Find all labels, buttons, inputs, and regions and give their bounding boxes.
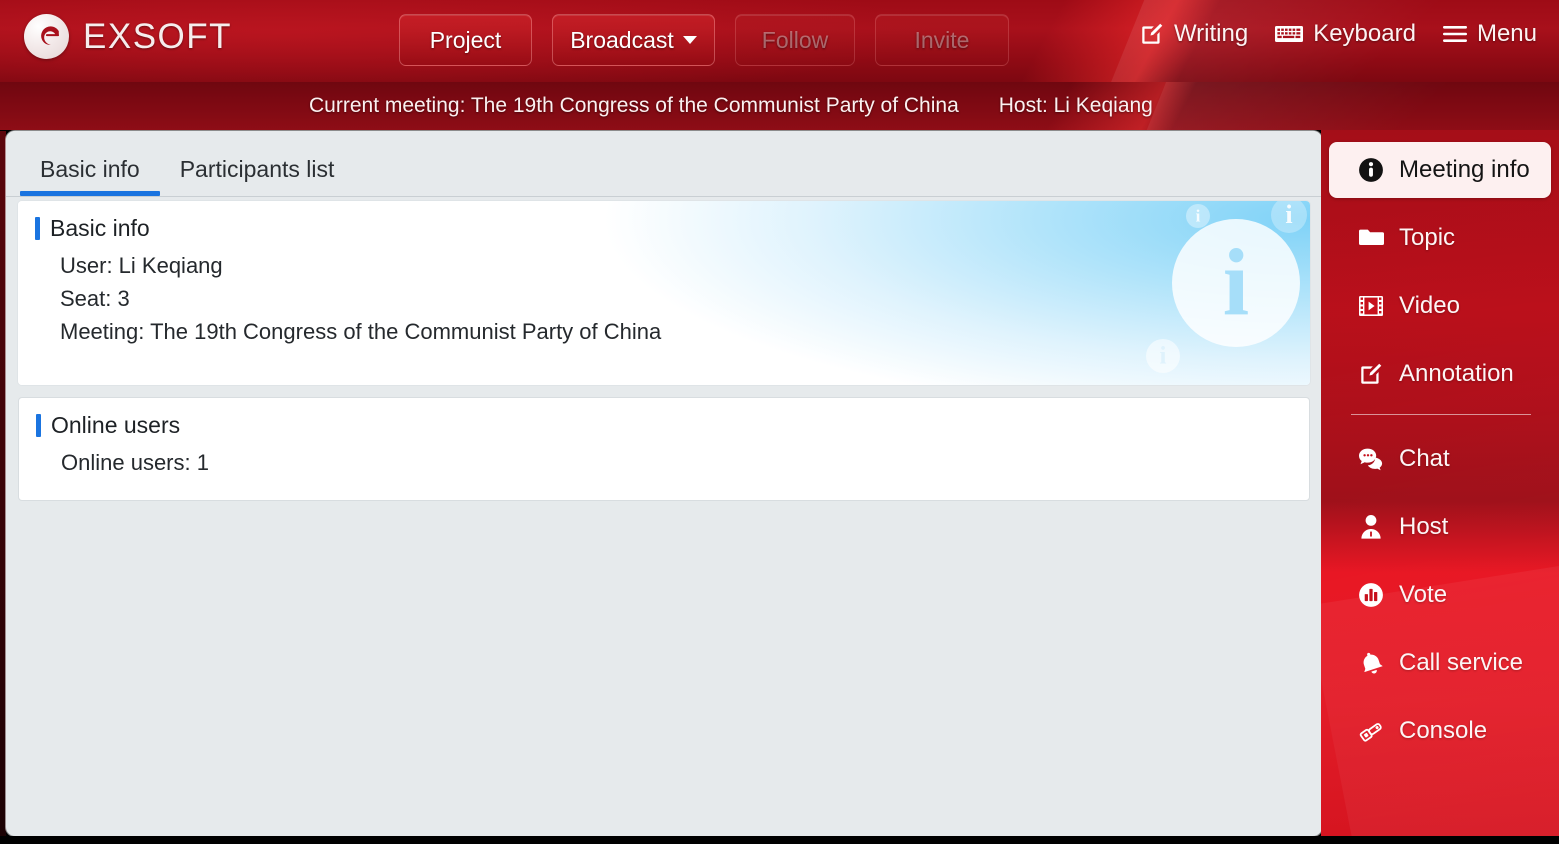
keyboard-tool-label: Keyboard	[1313, 20, 1416, 47]
invite-button[interactable]: Invite	[875, 14, 1009, 66]
main-content-panel: Basic info Participants list i i i i Bas…	[6, 131, 1322, 836]
sidebar-nav: Meeting info Topic Video Annotation Chat…	[1321, 130, 1559, 759]
broadcast-button-label: Broadcast	[570, 26, 674, 53]
keyboard-icon	[1274, 23, 1304, 45]
project-button-label: Project	[429, 26, 502, 53]
brand-name: EXSOFT	[83, 17, 233, 56]
sidebar-item-chat-label: Chat	[1399, 445, 1450, 472]
exsoft-e-logo-icon	[24, 14, 69, 59]
sidebar-divider	[1351, 414, 1531, 415]
hamburger-menu-icon	[1442, 24, 1468, 44]
keyboard-tool-button[interactable]: Keyboard	[1274, 20, 1416, 48]
writing-pen-square-icon	[1139, 21, 1165, 47]
chevron-down-icon	[682, 36, 697, 44]
online-users-card-header: Online users	[19, 412, 1309, 439]
menu-tool-button[interactable]: Menu	[1442, 20, 1537, 48]
sidebar-item-call-service-label: Call service	[1399, 649, 1524, 676]
subbar-diagonal-sheen	[1125, 82, 1559, 130]
logo-swoosh	[41, 26, 60, 45]
sidebar-item-topic-label: Topic	[1399, 224, 1456, 251]
sidebar-item-meeting-info[interactable]: Meeting info	[1329, 142, 1551, 198]
tab-basic-info[interactable]: Basic info	[20, 156, 160, 196]
basic-info-row-meeting: Meeting: The 19th Congress of the Commun…	[60, 319, 662, 344]
follow-button[interactable]: Follow	[735, 14, 855, 66]
basic-info-card: i i i i Basic info User: Li Keqiang Seat…	[18, 201, 1310, 385]
invite-button-label: Invite	[914, 26, 970, 53]
person-icon	[1357, 514, 1385, 540]
online-users-count-row: Online users: 1	[61, 450, 209, 475]
sidebar-item-topic[interactable]: Topic	[1329, 210, 1551, 266]
sidebar-item-annotation[interactable]: Annotation	[1329, 346, 1551, 402]
broadcast-button[interactable]: Broadcast	[552, 14, 715, 66]
app-root: EXSOFT Project Broadcast Follow Invite W…	[0, 0, 1559, 844]
usb-tag-icon	[1357, 719, 1385, 744]
header-button-group: Project Broadcast Follow Invite	[399, 14, 1009, 66]
host-label: Host: Li Keqiang	[998, 94, 1153, 117]
writing-tool-button[interactable]: Writing	[1139, 20, 1248, 48]
writing-tool-label: Writing	[1173, 20, 1249, 47]
sidebar-item-host[interactable]: Host	[1329, 499, 1551, 555]
follow-button-label: Follow	[761, 26, 829, 53]
tab-participants-list[interactable]: Participants list	[160, 156, 355, 196]
sidebar-item-console[interactable]: Console	[1329, 703, 1551, 759]
content-tab-bar: Basic info Participants list	[6, 131, 1322, 197]
tab-active-underline	[20, 191, 160, 196]
basic-info-row-user: User: Li Keqiang	[60, 253, 223, 278]
right-sidebar: Meeting info Topic Video Annotation Chat…	[1321, 130, 1559, 844]
chat-bubble-icon	[1357, 447, 1385, 471]
accent-bar	[35, 217, 40, 240]
sidebar-item-video-label: Video	[1399, 292, 1460, 319]
sidebar-item-vote[interactable]: Vote	[1329, 567, 1551, 623]
sidebar-item-console-label: Console	[1399, 717, 1488, 744]
sidebar-item-annotation-label: Annotation	[1399, 360, 1514, 387]
tab-participants-list-label: Participants list	[179, 156, 335, 182]
project-button[interactable]: Project	[399, 14, 532, 66]
header-tools: Writing Keyboard Menu	[1139, 20, 1537, 48]
sidebar-item-video[interactable]: Video	[1329, 278, 1551, 334]
sidebar-item-call-service[interactable]: Call service	[1329, 635, 1551, 691]
app-header: EXSOFT Project Broadcast Follow Invite W…	[0, 0, 1559, 82]
tab-basic-info-label: Basic info	[40, 156, 140, 182]
current-meeting-label: Current meeting: The 19th Congress of th…	[309, 94, 959, 117]
info-circle-icon	[1357, 157, 1385, 183]
sidebar-item-meeting-info-label: Meeting info	[1399, 156, 1530, 183]
film-play-icon	[1357, 294, 1385, 318]
bottom-edge-strip	[0, 836, 1559, 844]
bell-icon	[1357, 651, 1385, 676]
brand-logo[interactable]: EXSOFT	[24, 14, 232, 59]
sidebar-item-chat[interactable]: Chat	[1329, 431, 1551, 487]
sidebar-item-host-label: Host	[1399, 513, 1449, 540]
menu-tool-label: Menu	[1476, 20, 1537, 47]
online-users-card-title: Online users	[51, 412, 181, 438]
accent-bar	[36, 414, 41, 437]
pen-square-icon	[1357, 361, 1385, 387]
folder-icon	[1357, 227, 1385, 250]
online-users-card: Online users Online users: 1	[18, 397, 1310, 501]
bar-chart-circle-icon	[1357, 582, 1385, 608]
basic-info-row-seat: Seat: 3	[60, 286, 130, 311]
basic-info-card-title: Basic info	[50, 215, 150, 241]
meeting-status-bar: Current meeting: The 19th Congress of th…	[0, 82, 1559, 130]
basic-info-card-header: Basic info	[18, 215, 1310, 242]
sidebar-item-vote-label: Vote	[1399, 581, 1448, 608]
